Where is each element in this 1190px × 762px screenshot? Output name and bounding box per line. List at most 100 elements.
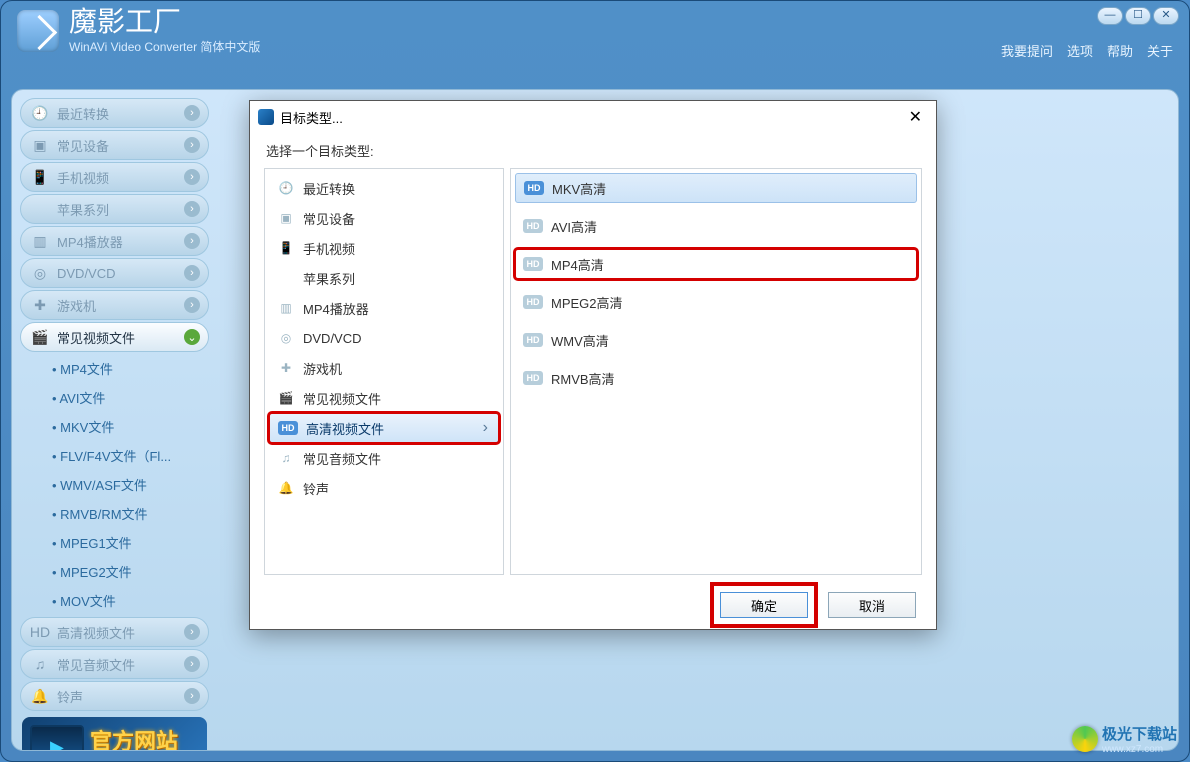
sidebar-cat-devices[interactable]: ▣ 常见设备 › [20,130,209,160]
cat-dvd[interactable]: ◎ DVD/VCD [269,323,499,353]
opt-avi-hd[interactable]: HD AVI高清 [515,211,917,241]
dialog-body: 选择一个目标类型: 🕘 最近转换 ▣ 常见设备 [250,133,936,581]
sidebar-sub-mpeg2[interactable]: • MPEG2文件 [34,557,205,586]
opt-mpeg2-hd[interactable]: HD MPEG2高清 [515,287,917,317]
watermark-sub: www.xz7.com [1102,744,1177,755]
sidebar-sub-mp4[interactable]: • MP4文件 [34,354,205,383]
cat-mobile[interactable]: 📱 手机视频 [269,233,499,263]
sidebar-label: 手机视频 [57,168,109,187]
dialog-footer: 确定 取消 [250,581,936,629]
sidebar-cat-apple[interactable]: 苹果系列 › [20,194,209,224]
promo-title: 官方网站 [90,729,178,751]
main-window: 魔影工厂 WinAVi Video Converter 简体中文版 — ☐ ✕ … [0,0,1190,762]
apple-icon [277,270,295,286]
opt-label: MPEG2高清 [551,293,623,312]
sidebar-cat-audio[interactable]: ♫ 常见音频文件 › [20,649,209,679]
sidebar-sub-flv[interactable]: • FLV/F4V文件（Fl... [34,441,205,470]
maximize-button[interactable]: ☐ [1125,7,1151,25]
sidebar-sub-rmvb[interactable]: • RMVB/RM文件 [34,499,205,528]
official-site-banner[interactable]: 官方网站 点击进入 [22,717,207,750]
sidebar-cat-mobile[interactable]: 📱 手机视频 › [20,162,209,192]
sidebar-sub-wmv[interactable]: • WMV/ASF文件 [34,470,205,499]
category-pane[interactable]: 🕘 最近转换 ▣ 常见设备 📱 手机视频 [264,168,504,575]
sidebar-cat-mp4[interactable]: ▥ MP4播放器 › [20,226,209,256]
chevron-icon: › [184,169,200,185]
app-icon [17,10,59,52]
cat-apple[interactable]: 苹果系列 [269,263,499,293]
cat-mp4player[interactable]: ▥ MP4播放器 [269,293,499,323]
gamepad-icon: ✚ [31,296,49,314]
cat-label: 高清视频文件 [306,419,384,438]
phone-icon: 📱 [31,168,49,186]
mp4-icon: ▥ [31,232,49,250]
sidebar-sub-mov[interactable]: • MOV文件 [34,586,205,615]
hd-icon: HD [523,333,543,347]
chevron-icon: › [184,265,200,281]
dialog-prompt: 选择一个目标类型: [264,137,922,168]
app-logo: 魔影工厂 WinAVi Video Converter 简体中文版 [17,8,260,55]
sidebar-cat-recent[interactable]: 🕘 最近转换 › [20,98,209,128]
sidebar-sub-avi[interactable]: • AVI文件 [34,383,205,412]
opt-label: WMV高清 [551,331,609,350]
sidebar-label: 高清视频文件 [57,623,135,642]
cat-label: 手机视频 [303,239,355,258]
dialog-titlebar: 目标类型... ✕ [250,101,936,133]
window-controls: — ☐ ✕ [1097,7,1179,25]
sidebar-label: 常见音频文件 [57,655,135,674]
cat-devices[interactable]: ▣ 常见设备 [269,203,499,233]
music-icon: ♫ [31,655,49,673]
sidebar-cat-hd[interactable]: HD 高清视频文件 › [20,617,209,647]
sidebar-cat-game[interactable]: ✚ 游戏机 › [20,290,209,320]
help-link[interactable]: 帮助 [1107,41,1133,60]
ok-button[interactable]: 确定 [720,592,808,618]
sidebar: 🕘 最近转换 › ▣ 常见设备 › 📱 手机视频 › 苹果系列 › ▥ M [12,90,217,750]
sidebar-sub-mpeg1[interactable]: • MPEG1文件 [34,528,205,557]
phone-icon: 📱 [277,240,295,256]
cat-game[interactable]: ✚ 游戏机 [269,353,499,383]
opt-mkv-hd[interactable]: HD MKV高清 [515,173,917,203]
cat-ringtone[interactable]: 🔔 铃声 [269,473,499,503]
chevron-down-icon: ⌄ [184,329,200,345]
sidebar-cat-ringtone[interactable]: 🔔 铃声 › [20,681,209,711]
disc-icon: ◎ [277,330,295,346]
sidebar-label: MP4播放器 [57,232,123,251]
hd-icon: HD [278,421,298,435]
cat-label: 最近转换 [303,179,355,198]
chevron-icon: › [184,624,200,640]
sidebar-label: 游戏机 [57,296,96,315]
close-button[interactable]: ✕ [1153,7,1179,25]
film-icon: 🎬 [277,390,295,406]
opt-wmv-hd[interactable]: HD WMV高清 [515,325,917,355]
cat-common-audio[interactable]: ♫ 常见音频文件 [269,443,499,473]
target-type-dialog: 目标类型... ✕ 选择一个目标类型: 🕘 最近转换 ▣ [249,100,937,630]
cancel-button[interactable]: 取消 [828,592,916,618]
sidebar-label: 最近转换 [57,104,109,123]
options-link[interactable]: 选项 [1067,41,1093,60]
dialog-icon [258,109,274,125]
cat-recent[interactable]: 🕘 最近转换 [269,173,499,203]
cat-label: DVD/VCD [303,331,362,346]
sidebar-cat-dvd[interactable]: ◎ DVD/VCD › [20,258,209,288]
disc-icon: ◎ [31,264,49,282]
cat-hd-video[interactable]: HD 高清视频文件 [269,413,499,443]
sidebar-cat-common-video[interactable]: 🎬 常见视频文件 ⌄ [20,322,209,352]
options-pane[interactable]: HD MKV高清 HD AVI高清 HD MP4高清 [510,168,922,575]
hd-icon: HD [523,219,543,233]
opt-rmvb-hd[interactable]: HD RMVB高清 [515,363,917,393]
main-area: 目标类型... ✕ 选择一个目标类型: 🕘 最近转换 ▣ [217,90,1178,750]
chevron-icon: › [184,297,200,313]
about-link[interactable]: 关于 [1147,41,1173,60]
watermark: 极光下载站 www.xz7.com [1072,723,1177,755]
opt-mp4-hd[interactable]: HD MP4高清 [515,249,917,279]
hd-icon: HD [523,295,543,309]
cat-label: 苹果系列 [303,269,355,288]
cat-label: 常见音频文件 [303,449,381,468]
film-icon: 🎬 [31,328,49,346]
minimize-button[interactable]: — [1097,7,1123,25]
dialog-close-button[interactable]: ✕ [903,107,928,127]
apple-icon [31,200,49,218]
hd-icon: HD [523,257,543,271]
cat-common-video[interactable]: 🎬 常见视频文件 [269,383,499,413]
sidebar-sub-mkv[interactable]: • MKV文件 [34,412,205,441]
ask-link[interactable]: 我要提问 [1001,41,1053,60]
